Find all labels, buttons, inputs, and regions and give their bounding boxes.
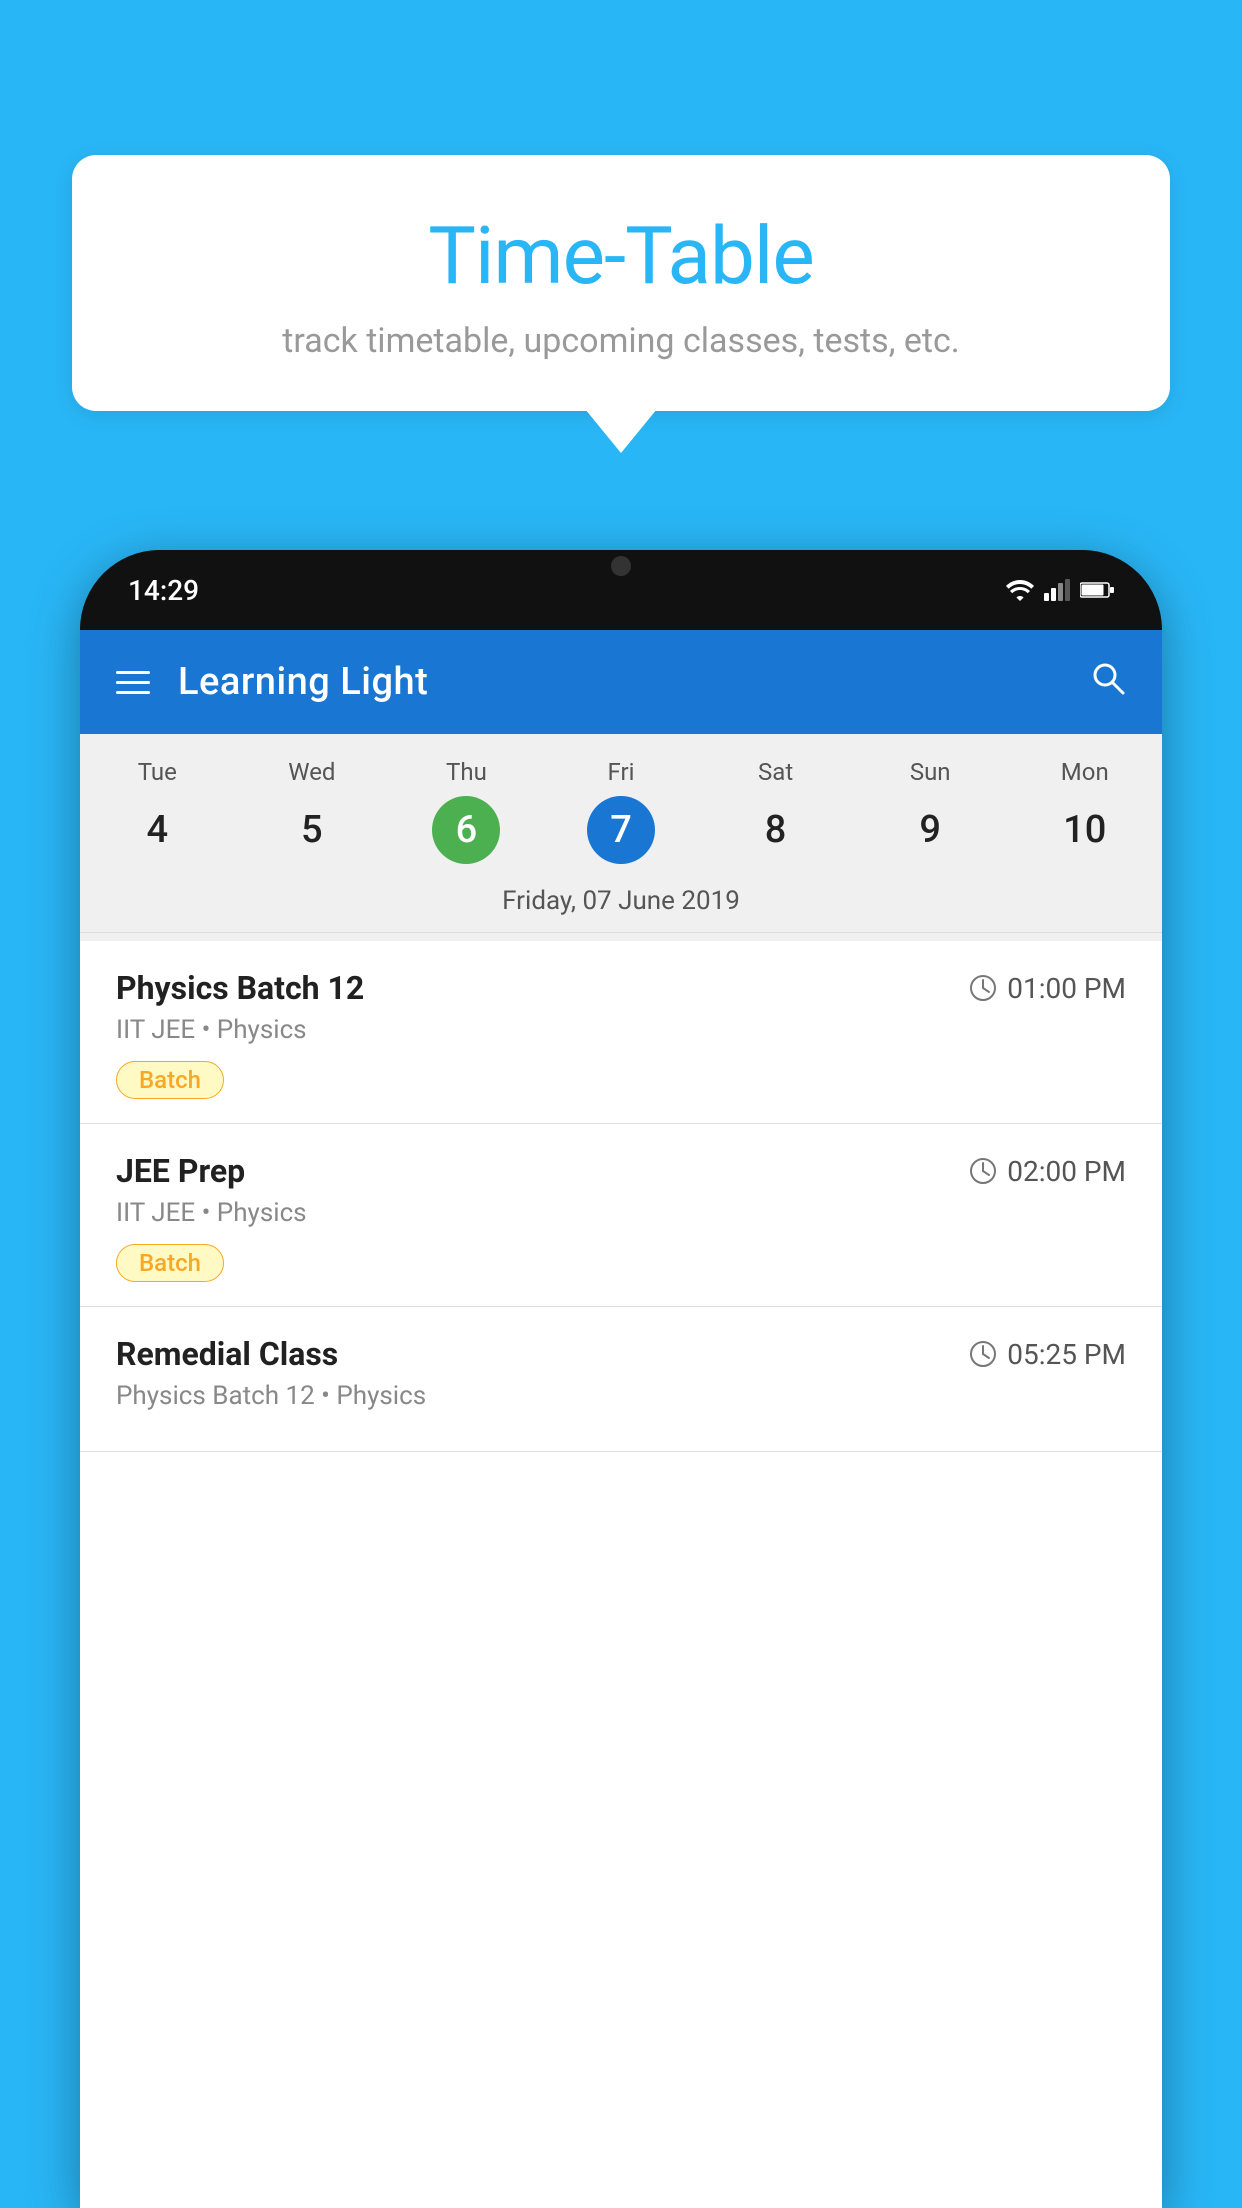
search-icon[interactable] [1088,658,1126,706]
day-name: Tue [138,758,177,786]
calendar-day-col[interactable]: Mon 10 [1007,750,1162,872]
day-number[interactable]: 7 [587,796,655,864]
clock-icon [969,974,997,1002]
class-subtitle: Physics Batch 12 • Physics [116,1381,1126,1411]
day-number[interactable]: 5 [278,796,346,864]
battery-icon [1080,581,1114,599]
day-number[interactable]: 10 [1051,796,1119,864]
class-name: Remedial Class [116,1335,338,1373]
day-name: Sat [758,758,793,786]
day-number[interactable]: 6 [432,796,500,864]
speech-bubble: Time-Table track timetable, upcoming cla… [72,155,1170,411]
calendar-day-col[interactable]: Tue 4 [80,750,235,872]
signal-icon [1044,579,1070,601]
phone-notch [581,550,661,582]
clock-icon [969,1340,997,1368]
calendar-day-col[interactable]: Thu 6 [389,750,544,872]
class-time: 01:00 PM [969,972,1126,1005]
phone-screen: Learning Light Tue4Wed5Thu6Fri7Sat8Sun9M… [80,630,1162,2208]
phone-time: 14:29 [128,574,199,607]
phone-top-bar: 14:29 [80,550,1162,630]
day-number[interactable]: 4 [123,796,191,864]
calendar-day-col[interactable]: Sun 9 [853,750,1008,872]
day-name: Fri [608,758,635,786]
calendar-days-header: Tue 4 Wed 5 Thu 6 Fri 7 Sat 8 Sun 9 Mon 10 [80,734,1162,876]
day-number[interactable]: 8 [742,796,810,864]
class-item-header: Remedial Class 05:25 PM [116,1335,1126,1373]
front-camera [611,556,631,576]
class-item-header: JEE Prep 02:00 PM [116,1152,1126,1190]
phone-frame: 14:29 [80,550,1162,2208]
calendar-day-col[interactable]: Wed 5 [235,750,390,872]
bubble-subtitle: track timetable, upcoming classes, tests… [132,321,1110,361]
day-number[interactable]: 9 [896,796,964,864]
bubble-title: Time-Table [132,209,1110,303]
selected-date-label: Friday, 07 June 2019 [80,876,1162,933]
class-list: Physics Batch 12 01:00 PM IIT JEE • Physic… [80,941,1162,2208]
day-name: Wed [288,758,335,786]
class-item-header: Physics Batch 12 01:00 PM [116,969,1126,1007]
calendar-section: Tue 4 Wed 5 Thu 6 Fri 7 Sat 8 Sun 9 Mon 10 Friday, 07… [80,734,1162,941]
class-item[interactable]: Physics Batch 12 01:00 PM IIT JEE • Physic… [80,941,1162,1124]
status-icons [1006,579,1114,601]
batch-tag: Batch [116,1061,224,1099]
app-bar: Learning Light [80,630,1162,734]
class-subtitle: IIT JEE • Physics [116,1198,1126,1228]
class-time: 05:25 PM [969,1338,1126,1371]
menu-icon[interactable] [116,671,150,694]
batch-tag: Batch [116,1244,224,1282]
time-text: 05:25 PM [1007,1338,1126,1371]
clock-icon [969,1157,997,1185]
day-name: Sun [910,758,951,786]
app-title: Learning Light [178,660,1060,704]
day-name: Mon [1061,758,1109,786]
time-text: 01:00 PM [1007,972,1126,1005]
class-name: Physics Batch 12 [116,969,364,1007]
class-item[interactable]: JEE Prep 02:00 PM IIT JEE • Physics Batch [80,1124,1162,1307]
class-time: 02:00 PM [969,1155,1126,1188]
calendar-day-col[interactable]: Sat 8 [698,750,853,872]
wifi-icon [1006,579,1034,601]
calendar-day-col[interactable]: Fri 7 [544,750,699,872]
time-text: 02:00 PM [1007,1155,1126,1188]
class-subtitle: IIT JEE • Physics [116,1015,1126,1045]
class-item[interactable]: Remedial Class 05:25 PM Physics Batch 12 •… [80,1307,1162,1452]
class-name: JEE Prep [116,1152,245,1190]
day-name: Thu [446,758,487,786]
